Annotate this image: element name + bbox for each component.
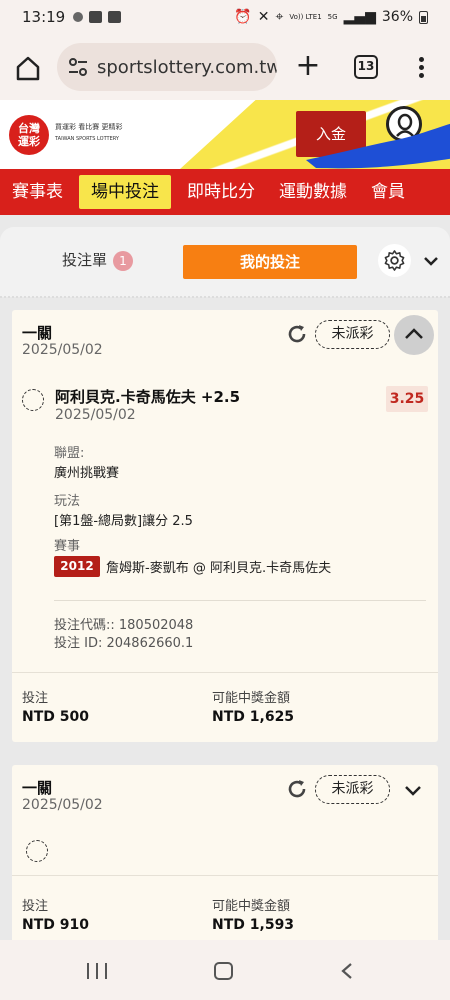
nav-item-sports-data[interactable]: 運動數據: [267, 175, 359, 209]
network-type: 5G: [327, 12, 338, 21]
bet-date: 2025/05/02: [22, 797, 103, 813]
main-nav: 賽事表 場中投注 即時比分 運動數據 會員: [0, 169, 450, 215]
bet-panel-header: 投注單 1 我的投注: [0, 227, 450, 298]
payout-label: 可能中獎金額: [212, 899, 291, 914]
site-settings-icon[interactable]: [67, 56, 89, 78]
divider: [12, 672, 438, 673]
new-tab-icon[interactable]: +: [294, 51, 322, 81]
battery-percent: 36%: [381, 9, 413, 25]
notification-icon: [73, 12, 84, 22]
nav-item-member[interactable]: 會員: [359, 175, 417, 209]
payout-value: NTD 1,625: [212, 709, 295, 725]
status-badge: 未派彩: [315, 320, 390, 349]
bet-code: 投注代碼:: 180502048: [54, 618, 194, 633]
home-icon[interactable]: [14, 54, 42, 82]
divider: [12, 875, 438, 876]
stake-value: NTD 910: [22, 917, 89, 933]
selection-radio[interactable]: [22, 389, 44, 411]
url-text: sportslottery.com.tw: [97, 56, 277, 78]
address-bar[interactable]: sportslottery.com.tw: [57, 43, 277, 91]
bet-type: 一關: [22, 324, 53, 342]
selection-radio[interactable]: [26, 840, 48, 862]
market-label: 玩法: [54, 494, 81, 509]
chevron-down-icon[interactable]: [423, 255, 439, 267]
logo-tagline: 買運彩 看比賽 更精彩: [55, 123, 123, 131]
alarm-icon: ⏰: [234, 9, 252, 25]
selection-date: 2025/05/02: [55, 407, 136, 423]
market-value: [第1盤-總局數]讓分 2.5: [54, 514, 193, 529]
home-button-icon[interactable]: [214, 962, 233, 980]
payout-label: 可能中獎金額: [212, 691, 291, 706]
notification-icons: [73, 11, 122, 23]
nav-item-live-betting[interactable]: 場中投注: [79, 175, 171, 209]
refresh-icon[interactable]: [285, 777, 309, 801]
stake-value: NTD 500: [22, 709, 89, 725]
logo-english: TAIWAN SPORTS LOTTERY: [55, 136, 119, 142]
event-label: 賽事: [54, 539, 81, 554]
bet-card: 一關 2025/05/02 未派彩 阿利貝克.卡奇馬佐夫 +2.5 2025/0…: [12, 310, 438, 742]
status-badge: 未派彩: [315, 775, 390, 804]
league-label: 聯盟:: [54, 446, 85, 461]
youtube-icon: [89, 11, 103, 23]
header-divider: [0, 296, 450, 298]
back-icon[interactable]: [340, 962, 354, 980]
recent-apps-icon[interactable]: [87, 963, 107, 979]
betslip-count-badge: 1: [113, 251, 133, 271]
browser-toolbar: sportslottery.com.tw + 13: [0, 34, 450, 100]
settings-button[interactable]: [378, 244, 411, 277]
payout-value: NTD 1,593: [212, 917, 295, 933]
nav-item-live-scores[interactable]: 即時比分: [175, 175, 267, 209]
system-nav-bar: [0, 940, 450, 1000]
selection-title: 阿利貝克.卡奇馬佐夫 +2.5: [55, 388, 241, 406]
gear-icon: [384, 250, 405, 271]
event-code-tag: 2012: [54, 556, 100, 577]
site-logo[interactable]: 台灣 運彩: [9, 115, 49, 155]
divider: [54, 600, 426, 601]
betslip-tab[interactable]: 投注單: [62, 249, 107, 270]
mute-icon: ✕: [257, 9, 270, 25]
my-bets-tab[interactable]: 我的投注: [183, 245, 357, 279]
chevron-down-icon[interactable]: [404, 784, 422, 796]
chevron-up-icon: [405, 328, 423, 339]
battery-icon: [419, 10, 428, 24]
bet-card: 一關 2025/05/02 未派彩 投注 NTD 910 可能中獎金額 NTD …: [12, 765, 438, 940]
overflow-menu-icon[interactable]: [413, 54, 429, 82]
status-bar: 13:19 ⏰ ✕ ⌖ Vo)) LTE1 5G ▂▄▆ 36%: [0, 0, 450, 34]
nav-item-schedule[interactable]: 賽事表: [0, 175, 75, 209]
bet-panel: 投注單 1 我的投注 一關 2025/05/02 未派彩 阿利貝克.卡奇馬佐夫: [0, 215, 450, 940]
volte-indicator: Vo)) LTE1: [289, 12, 322, 21]
bet-date: 2025/05/02: [22, 342, 103, 358]
collapse-button[interactable]: [394, 315, 434, 355]
odds-value: 3.25: [386, 386, 428, 412]
refresh-icon[interactable]: [285, 322, 309, 346]
logo-tagline-group: 買運彩 看比賽 更精彩 TAIWAN SPORTS LOTTERY: [55, 122, 122, 142]
bet-id: 投注 ID: 204862660.1: [54, 636, 194, 651]
league-value: 廣州挑戰賽: [54, 466, 120, 481]
location-icon: ⌖: [275, 9, 284, 25]
stake-label: 投注: [22, 899, 49, 914]
event-matchup: 詹姆斯-麥凱布 @ 阿利貝克.卡奇馬佐夫: [106, 561, 332, 576]
signal-icon: ▂▄▆: [343, 9, 376, 25]
bet-type: 一關: [22, 779, 53, 797]
check-icon: [108, 11, 122, 23]
status-time: 13:19: [22, 8, 66, 26]
tab-switcher-button[interactable]: 13: [354, 55, 378, 79]
stake-label: 投注: [22, 691, 49, 706]
system-icons: ⏰ ✕ ⌖ Vo)) LTE1 5G ▂▄▆ 36%: [234, 9, 428, 25]
